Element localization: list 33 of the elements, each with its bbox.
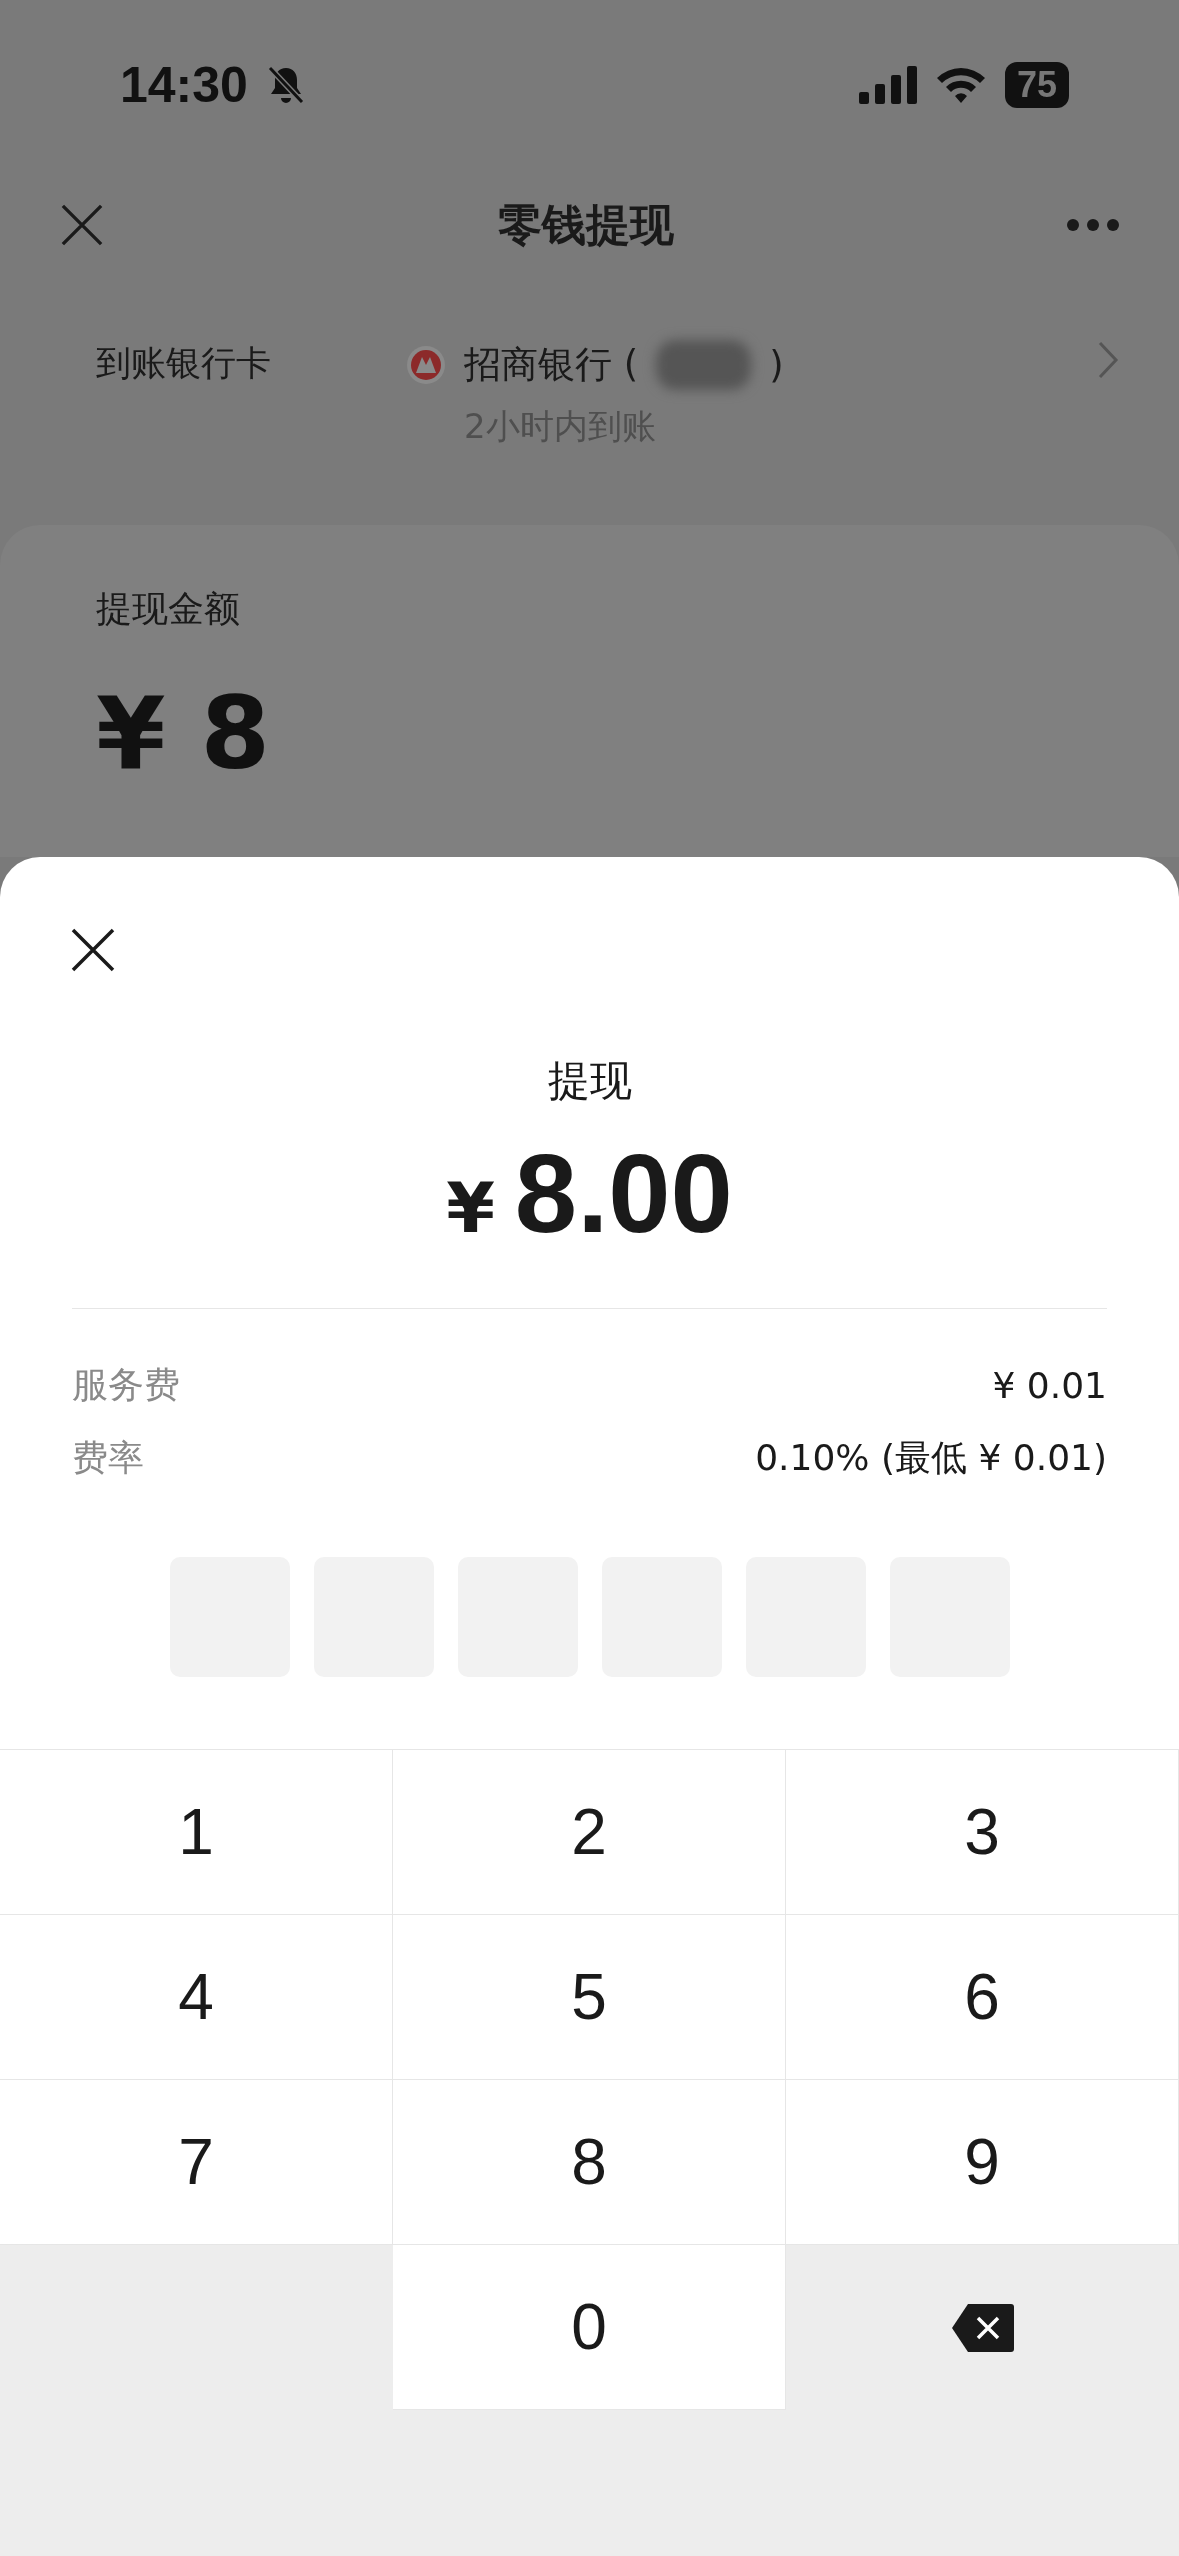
status-time: 14:30 bbox=[120, 56, 248, 114]
close-icon bbox=[70, 927, 116, 973]
backspace-icon bbox=[951, 2303, 1014, 2352]
keypad-key[interactable]: 3 bbox=[786, 1750, 1179, 1915]
bank-card-label: 到账银行卡 bbox=[96, 342, 272, 385]
amount-value: ¥ 8 bbox=[96, 684, 271, 784]
keypad-key[interactable]: 9 bbox=[786, 2080, 1179, 2245]
close-icon bbox=[60, 203, 104, 247]
keypad-key[interactable]: 6 bbox=[786, 1915, 1179, 2080]
amount-label: 提现金额 bbox=[96, 587, 241, 631]
bank-name-close: ) bbox=[769, 343, 784, 387]
fee-label: 费率 bbox=[72, 1436, 144, 1480]
keypad-key[interactable]: 4 bbox=[0, 1915, 393, 2080]
chevron-right-icon[interactable] bbox=[1097, 340, 1119, 380]
keypad-key[interactable]: 0 bbox=[393, 2245, 786, 2410]
page-title: 零钱提现 bbox=[497, 197, 674, 252]
keypad-key[interactable]: 2 bbox=[393, 1750, 786, 1915]
keypad-key[interactable]: 7 bbox=[0, 2080, 393, 2245]
keypad-key[interactable]: 8 bbox=[393, 2080, 786, 2245]
fee-value: 0.10% (最低 ¥ 0.01) bbox=[755, 1436, 1107, 1480]
fee-label: 服务费 bbox=[72, 1363, 180, 1407]
close-button[interactable] bbox=[70, 927, 116, 973]
sheet-title: 提现 bbox=[547, 1055, 632, 1107]
bank-name: 招商银行 ( bbox=[464, 342, 639, 388]
bank-logo-icon bbox=[406, 345, 446, 385]
withdraw-amount: 8.00 bbox=[514, 1130, 733, 1258]
fee-value: ¥ 0.01 bbox=[992, 1365, 1107, 1406]
signal-icon bbox=[858, 66, 917, 104]
battery-level: 75 bbox=[1004, 62, 1069, 108]
more-icon[interactable] bbox=[1067, 219, 1119, 231]
keypad-key[interactable]: 1 bbox=[0, 1750, 393, 1915]
keypad-key[interactable]: 5 bbox=[393, 1915, 786, 2080]
currency-symbol: ¥ bbox=[446, 1167, 495, 1249]
